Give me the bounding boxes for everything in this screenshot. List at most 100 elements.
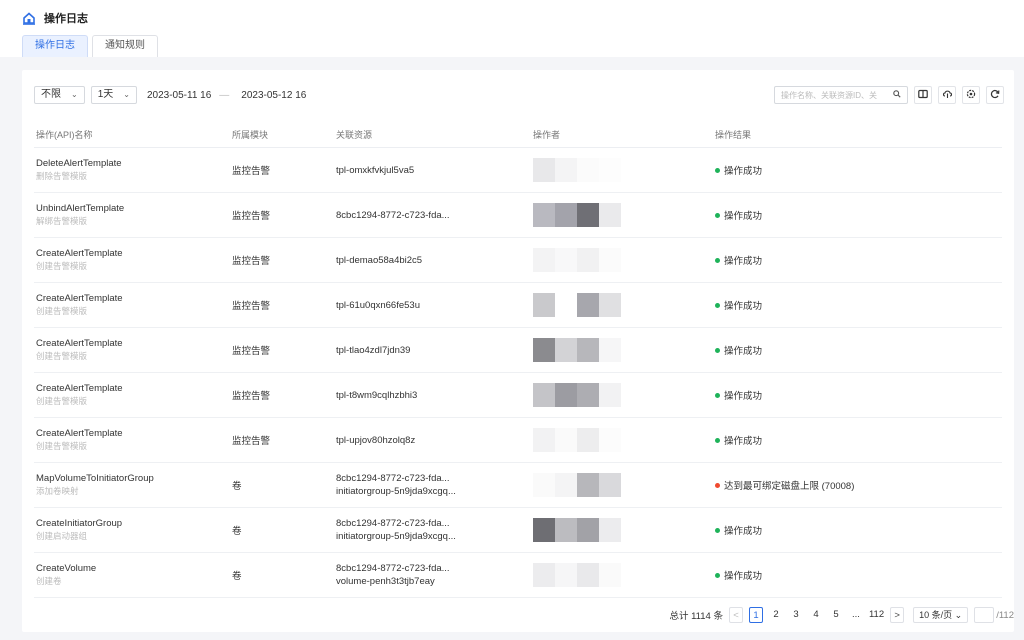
- operator-cell: [533, 463, 715, 508]
- page-1[interactable]: 1: [748, 607, 763, 623]
- page-jump-input[interactable]: [974, 607, 995, 623]
- operator-cell: [533, 418, 715, 463]
- resource-id[interactable]: tpl-omxkfvkjul5va5: [336, 164, 533, 177]
- table-row[interactable]: CreateAlertTemplate 创建告警模版 监控告警 tpl-demao58…: [34, 238, 1002, 283]
- api-cell: CreateVolume 创建卷: [34, 563, 232, 587]
- search-icon[interactable]: [893, 90, 901, 100]
- tab-operation-log[interactable]: 操作日志: [22, 35, 88, 57]
- table-row[interactable]: CreateAlertTemplate 创建告警模版 监控告警 tpl-tlao4zd…: [34, 328, 1002, 373]
- api-name[interactable]: CreateAlertTemplate: [36, 248, 232, 260]
- operator-cell: [533, 148, 715, 193]
- next-page-button[interactable]: >: [890, 607, 905, 623]
- module-cell: 卷: [232, 526, 242, 537]
- api-name[interactable]: UnbindAlertTemplate: [36, 203, 232, 215]
- toolbar: 操作名称、关联资源ID、关: [774, 86, 1004, 104]
- redacted-operator-block: [577, 158, 599, 182]
- api-name[interactable]: CreateVolume: [36, 563, 232, 575]
- result-text: 操作成功: [724, 166, 763, 177]
- resource-id[interactable]: tpl-demao58a4bi2c5: [336, 254, 533, 267]
- redacted-operator-block: [555, 383, 577, 407]
- api-name[interactable]: CreateAlertTemplate: [36, 383, 232, 395]
- redacted-operator-block: [577, 203, 599, 227]
- resource-id[interactable]: 8cbc1294-8772-c723-fda...: [336, 562, 533, 575]
- resource-id[interactable]: tpl-t8wm9cqlhzbhi3: [336, 389, 533, 402]
- status-dot-icon: [715, 527, 720, 533]
- start-date[interactable]: 2023-05-11 16: [147, 90, 211, 101]
- table-row[interactable]: DeleteAlertTemplate 删除告警模版 监控告警 tpl-omxkfvk…: [34, 148, 1002, 193]
- resource-cell: tpl-61u0qxn66fe53u: [336, 299, 533, 312]
- api-cell: MapVolumeToInitiatorGroup 添加卷映射: [34, 473, 232, 497]
- result-cell: 操作成功: [715, 253, 1002, 267]
- result-text: 操作成功: [724, 571, 763, 582]
- api-name[interactable]: CreateAlertTemplate: [36, 428, 232, 440]
- redacted-operator-block: [599, 473, 621, 497]
- resource-cell: tpl-upjov80hzolq8z: [336, 434, 533, 447]
- redacted-operator-block: [555, 338, 577, 362]
- scope-select[interactable]: 不限 ⌄: [34, 86, 85, 104]
- refresh-button[interactable]: [986, 86, 1004, 104]
- resource-id-secondary[interactable]: volume-penh3t3tjb7eay: [336, 575, 533, 588]
- settings-button[interactable]: [962, 86, 980, 104]
- resource-id[interactable]: tpl-upjov80hzolq8z: [336, 434, 533, 447]
- redacted-operator-block: [599, 518, 621, 542]
- redacted-operator-block: [599, 428, 621, 452]
- result-text: 操作成功: [724, 346, 763, 357]
- redacted-operator-block: [599, 248, 621, 272]
- result-cell: 操作成功: [715, 298, 1002, 312]
- operator-cell: [533, 193, 715, 238]
- search-placeholder: 操作名称、关联资源ID、关: [781, 90, 877, 100]
- resource-id[interactable]: tpl-tlao4zdl7jdn39: [336, 344, 533, 357]
- page-5[interactable]: 5: [829, 607, 843, 623]
- resource-id[interactable]: 8cbc1294-8772-c723-fda...: [336, 209, 533, 222]
- api-description: 创建告警模版: [36, 441, 88, 451]
- api-name[interactable]: CreateInitiatorGroup: [36, 518, 232, 530]
- resource-id-secondary[interactable]: initiatorgroup-5n9jda9xcgq...: [336, 530, 533, 543]
- status-dot-icon: [715, 482, 720, 488]
- result-text: 操作成功: [724, 301, 763, 312]
- redacted-operator-block: [533, 473, 555, 497]
- columns-button[interactable]: [914, 86, 932, 104]
- tab-notification-rules[interactable]: 通知规则: [92, 35, 158, 57]
- result-text: 操作成功: [724, 436, 763, 447]
- api-description: 创建告警模版: [36, 396, 88, 406]
- prev-page-button[interactable]: <: [728, 607, 743, 623]
- redacted-operator-block: [555, 203, 577, 227]
- table-row[interactable]: CreateVolume 创建卷卷 8cbc1294-8772-c723-fda..…: [34, 553, 1002, 598]
- page-ellipsis[interactable]: ...: [849, 607, 863, 623]
- page-3[interactable]: 3: [789, 607, 803, 623]
- redacted-operator-block: [577, 518, 599, 542]
- resource-id[interactable]: 8cbc1294-8772-c723-fda...: [336, 517, 533, 530]
- api-name[interactable]: MapVolumeToInitiatorGroup: [36, 473, 232, 485]
- redacted-operator-block: [599, 293, 621, 317]
- table-row[interactable]: CreateAlertTemplate 创建告警模版 监控告警 tpl-t8wm9cq…: [34, 373, 1002, 418]
- table-row[interactable]: CreateAlertTemplate 创建告警模版 监控告警 tpl-upjov80…: [34, 418, 1002, 463]
- page-size-select[interactable]: 10 条/页 ⌄: [913, 607, 969, 623]
- page-112[interactable]: 112: [869, 607, 884, 623]
- resource-id[interactable]: 8cbc1294-8772-c723-fda...: [336, 472, 533, 485]
- table-row[interactable]: CreateInitiatorGroup 创建启动器组卷 8cbc1294-8772…: [34, 508, 1002, 553]
- table-row[interactable]: MapVolumeToInitiatorGroup 添加卷映射卷 8cbc1294-…: [34, 463, 1002, 508]
- range-select[interactable]: 1天 ⌄: [90, 86, 137, 104]
- page-4[interactable]: 4: [809, 607, 823, 623]
- table-row[interactable]: CreateAlertTemplate 创建告警模版 监控告警 tpl-61u0qxn…: [34, 283, 1002, 328]
- table-row[interactable]: UnbindAlertTemplate 解绑告警模版 监控告警 8cbc1294-87…: [34, 193, 1002, 238]
- api-name[interactable]: CreateAlertTemplate: [36, 338, 232, 350]
- resource-id[interactable]: tpl-61u0qxn66fe53u: [336, 299, 533, 312]
- resource-cell: 8cbc1294-8772-c723-fda... initiatorgroup-…: [336, 472, 533, 498]
- module-cell: 卷: [232, 571, 242, 582]
- page-title: 操作日志: [44, 13, 88, 25]
- refresh-icon: [990, 89, 1000, 102]
- redacted-operator-block: [533, 203, 555, 227]
- page-2[interactable]: 2: [769, 607, 783, 623]
- home-icon[interactable]: [22, 11, 36, 25]
- api-name[interactable]: DeleteAlertTemplate: [36, 158, 232, 170]
- status-dot-icon: [715, 392, 720, 398]
- tab-bar: 操作日志 通知规则: [22, 35, 162, 57]
- result-text: 操作成功: [724, 256, 763, 267]
- redacted-operator-block: [555, 248, 577, 272]
- api-name[interactable]: CreateAlertTemplate: [36, 293, 232, 305]
- end-date[interactable]: 2023-05-12 16: [241, 90, 306, 101]
- download-button[interactable]: [938, 86, 956, 104]
- search-input[interactable]: 操作名称、关联资源ID、关: [774, 86, 908, 104]
- resource-id-secondary[interactable]: initiatorgroup-5n9jda9xcgq...: [336, 485, 533, 498]
